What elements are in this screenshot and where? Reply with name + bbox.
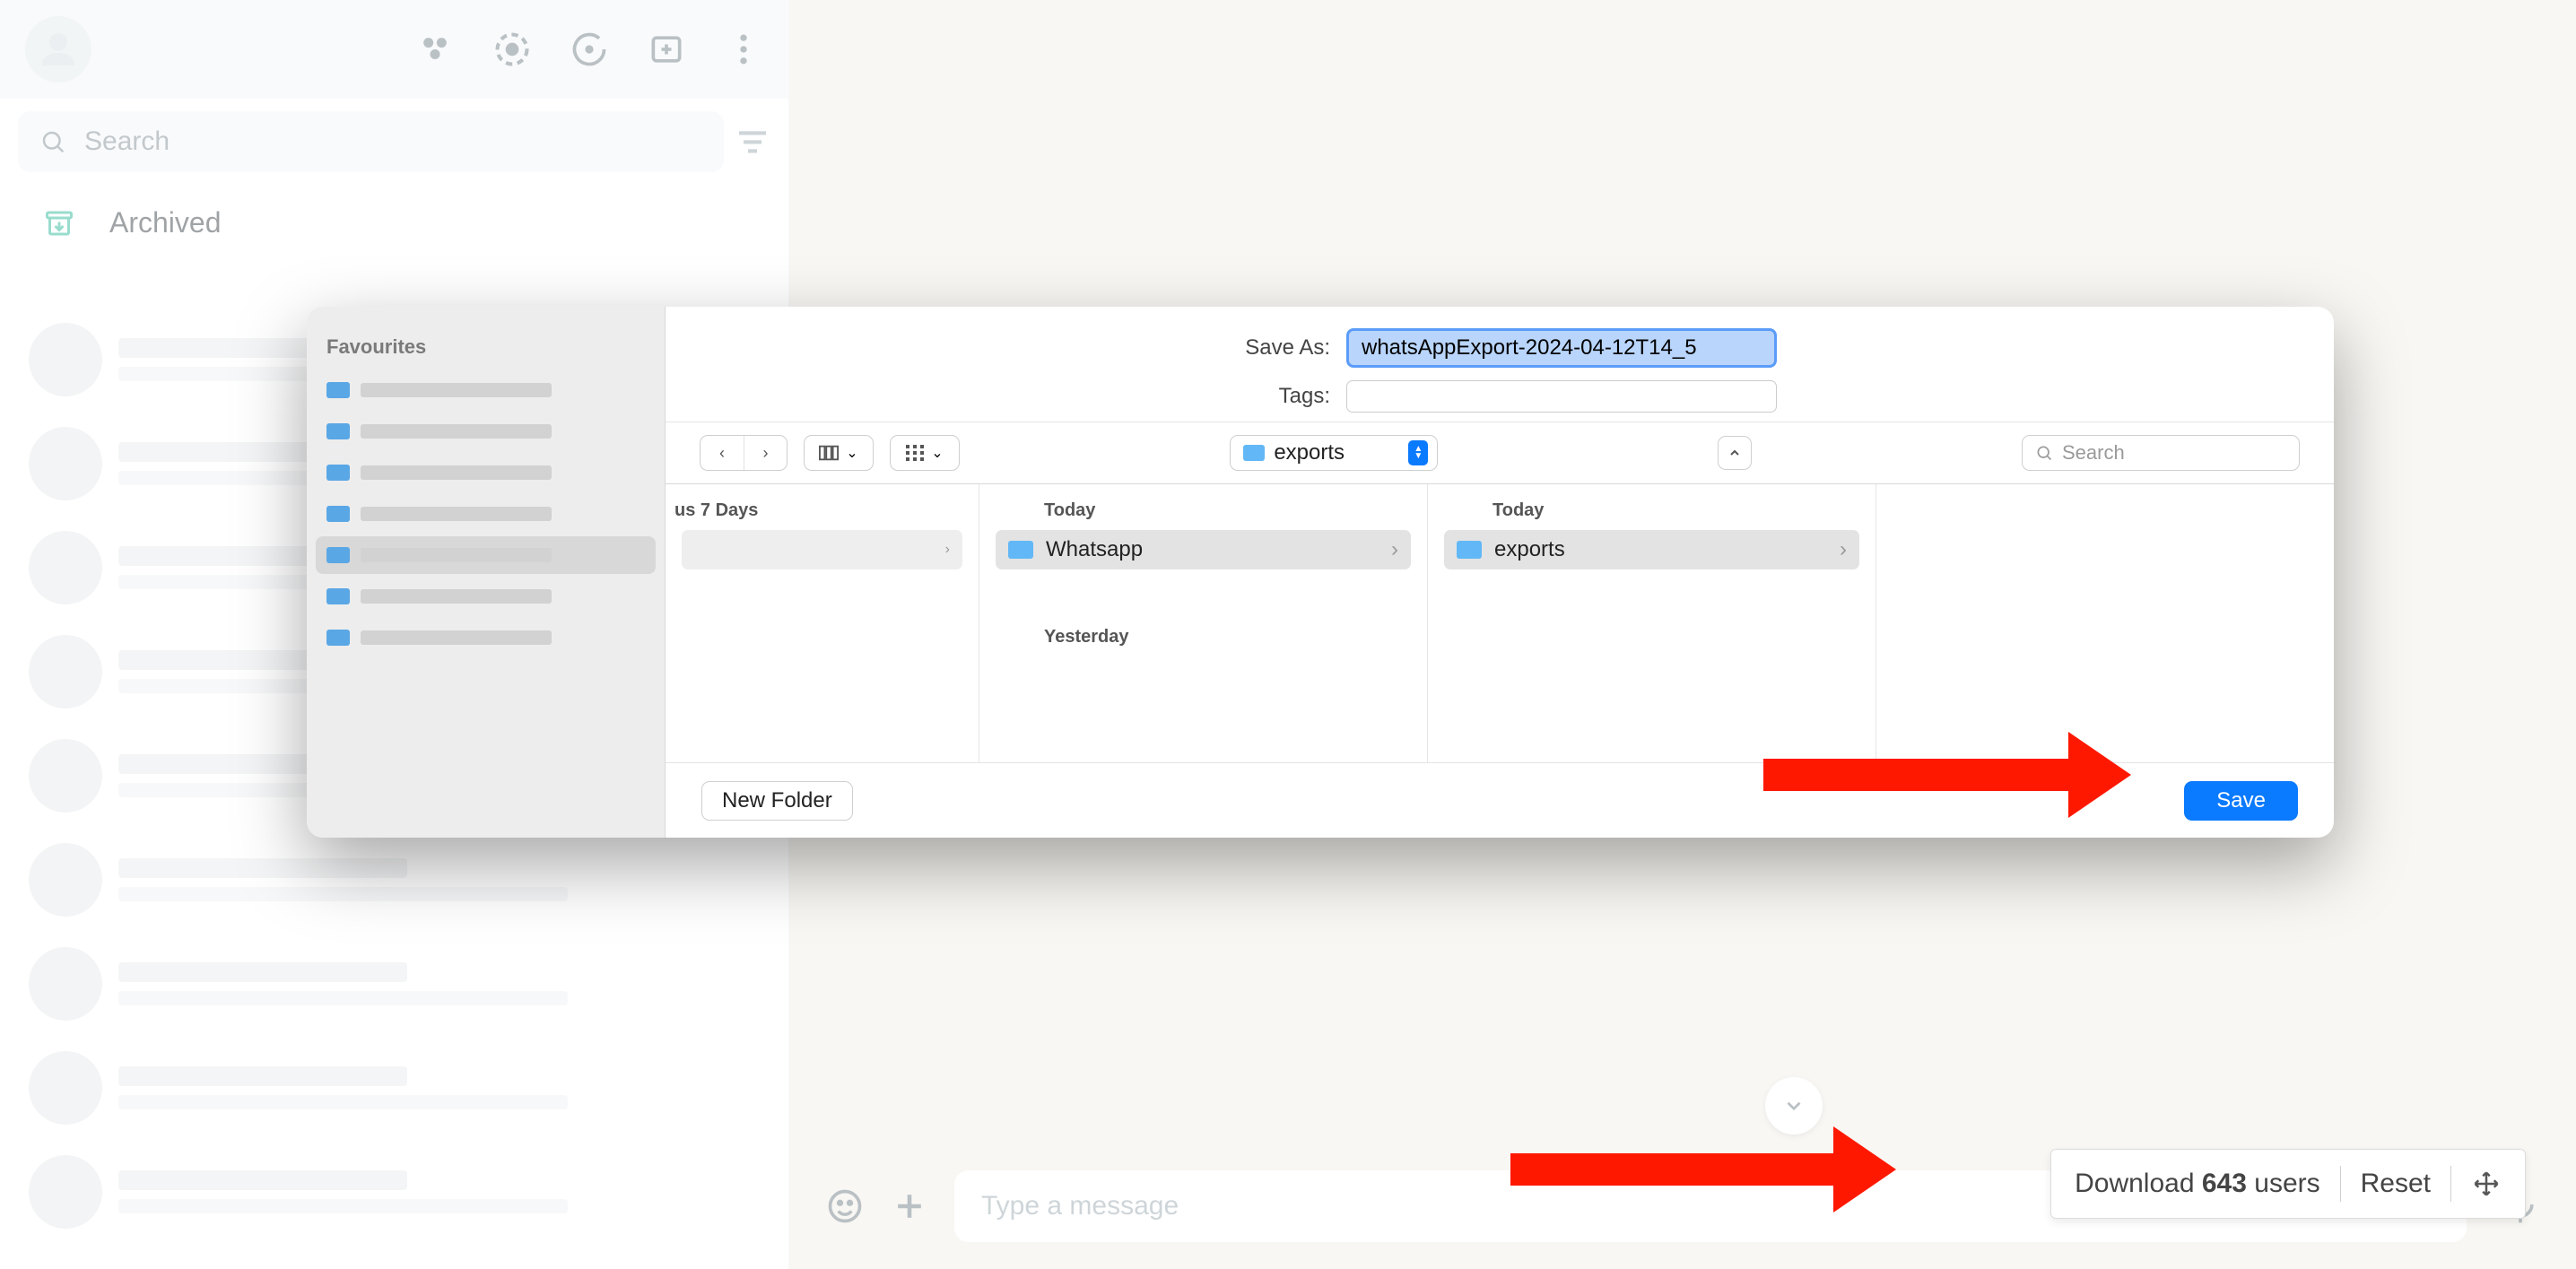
column-2: Today exports › — [1428, 484, 1876, 762]
divider — [2340, 1166, 2341, 1202]
favourites-label: Favourites — [307, 323, 665, 368]
location-popup[interactable]: exports ▲▼ — [1230, 435, 1438, 471]
favourite-item-selected[interactable] — [316, 536, 656, 574]
column-1-header-yesterday: Yesterday — [979, 618, 1427, 656]
reset-button[interactable]: Reset — [2361, 1169, 2431, 1199]
favourite-item[interactable] — [316, 619, 656, 656]
chevron-right-icon: › — [1840, 537, 1847, 562]
item-label: Whatsapp — [1046, 537, 1143, 562]
save-search-placeholder: Search — [2062, 441, 2125, 465]
download-count: 643 — [2202, 1169, 2247, 1198]
nav-forward-button[interactable]: › — [744, 436, 787, 470]
save-as-input[interactable] — [1346, 328, 1777, 368]
save-dialog-columns: us 7 Days › Today Whatsapp › Yesterday T… — [666, 484, 2334, 762]
download-users-label: users — [2254, 1169, 2319, 1198]
column-2-item-exports[interactable]: exports › — [1444, 530, 1859, 569]
folder-icon — [1243, 445, 1265, 461]
annotation-arrow-save — [1763, 746, 2131, 804]
column-1-item-whatsapp[interactable]: Whatsapp › — [996, 530, 1411, 569]
tags-label: Tags: — [1223, 384, 1330, 409]
annotation-arrow-download — [1510, 1141, 1896, 1198]
chevron-right-icon: › — [945, 542, 950, 558]
tags-input[interactable] — [1346, 380, 1777, 413]
download-toolbar: Download 643 users Reset — [2050, 1149, 2526, 1219]
nav-back-button[interactable]: ‹ — [701, 436, 744, 470]
column-2-header: Today — [1428, 491, 1875, 530]
column-0: us 7 Days › — [666, 484, 979, 762]
collapse-button[interactable] — [1718, 436, 1752, 470]
favourite-item[interactable] — [316, 413, 656, 450]
favourite-item[interactable] — [316, 578, 656, 615]
save-dialog-search[interactable]: Search — [2022, 435, 2300, 471]
folder-icon — [1008, 541, 1033, 559]
column-1-header: Today — [979, 491, 1427, 530]
chevron-down-icon: ⌄ — [931, 444, 943, 462]
divider — [2450, 1166, 2451, 1202]
item-label: exports — [1494, 537, 1565, 562]
new-folder-button[interactable]: New Folder — [701, 781, 853, 821]
save-as-row: Save As: — [666, 307, 2334, 377]
column-0-item[interactable]: › — [682, 530, 962, 569]
save-dialog-toolbar: ‹ › ⌄ ⌄ exports ▲▼ Search — [666, 422, 2334, 484]
view-mode-grid[interactable]: ⌄ — [890, 435, 960, 471]
folder-icon — [1457, 541, 1482, 559]
move-handle-icon[interactable] — [2471, 1169, 2502, 1199]
nav-back-forward: ‹ › — [700, 435, 788, 471]
column-3 — [1876, 484, 2334, 762]
column-1: Today Whatsapp › Yesterday — [979, 484, 1428, 762]
favourite-item[interactable] — [316, 495, 656, 533]
location-name: exports — [1274, 440, 1399, 465]
chevron-right-icon: › — [1391, 537, 1398, 562]
column-0-header: us 7 Days — [666, 491, 979, 530]
view-mode-columns[interactable]: ⌄ — [804, 435, 874, 471]
save-as-label: Save As: — [1223, 335, 1330, 361]
save-dialog-sidebar: Favourites — [307, 307, 666, 838]
favourite-item[interactable] — [316, 454, 656, 491]
chevron-down-icon: ⌄ — [846, 444, 857, 462]
tags-row: Tags: — [666, 377, 2334, 422]
download-button[interactable]: Download 643 users — [2075, 1169, 2320, 1199]
save-button[interactable]: Save — [2184, 781, 2298, 821]
updown-icon: ▲▼ — [1408, 440, 1428, 465]
favourite-item[interactable] — [316, 371, 656, 409]
